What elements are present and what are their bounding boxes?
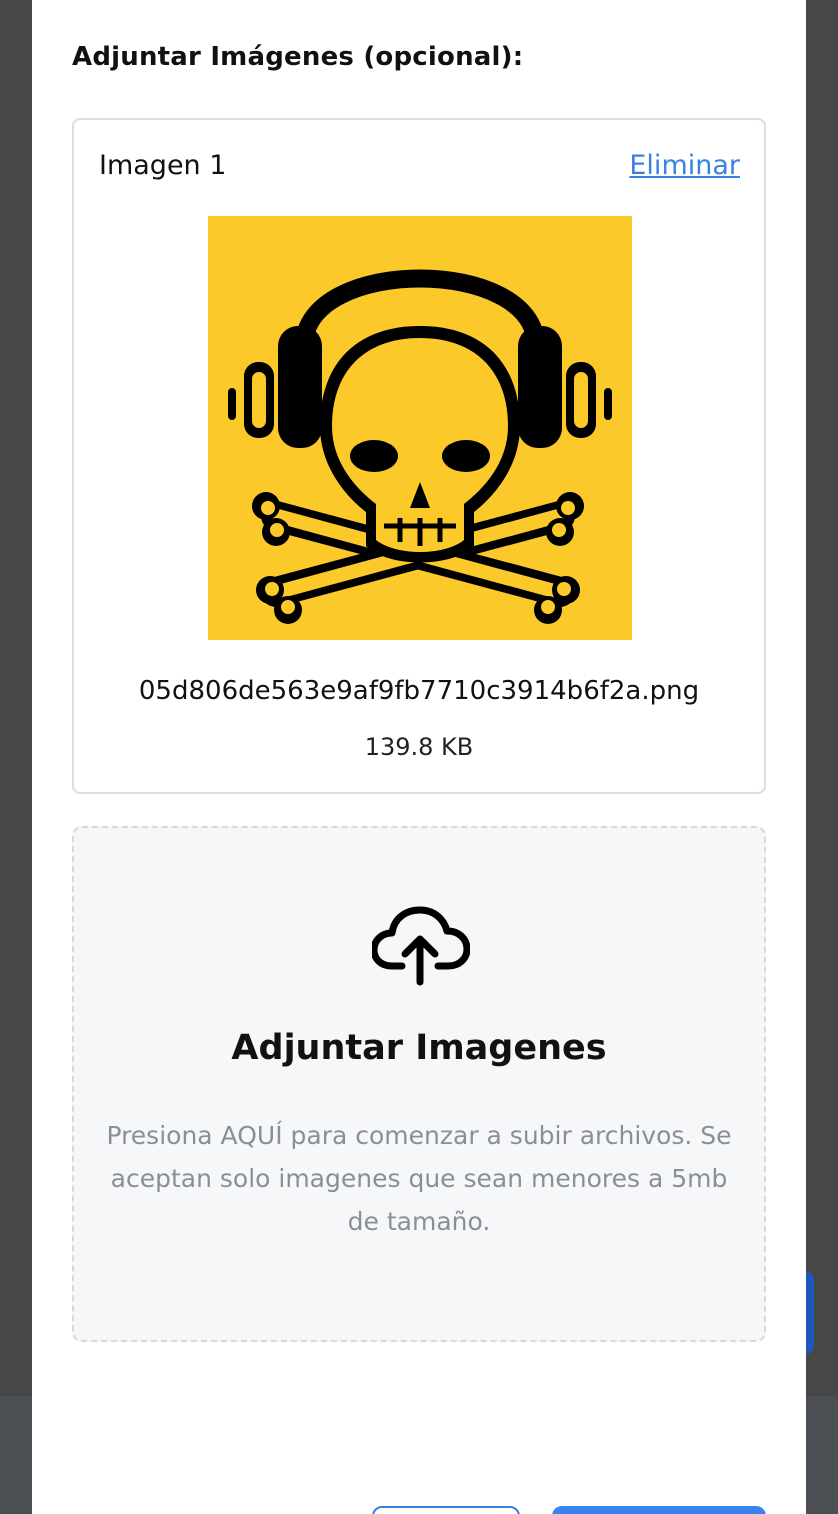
image-thumbnail [208, 216, 632, 640]
cancel-button[interactable] [372, 1506, 520, 1514]
submit-button[interactable] [552, 1506, 766, 1514]
upload-dropzone[interactable]: Adjuntar Imagenes Presiona AQUÍ para com… [72, 826, 766, 1342]
skull-headphones-image [208, 216, 632, 640]
image-filesize: 139.8 KB [364, 733, 474, 761]
remove-image-link[interactable]: Eliminar [629, 150, 740, 181]
attach-images-modal: Adjuntar Imágenes (opcional): Imagen 1 E… [32, 0, 806, 1514]
cloud-upload-icon [372, 906, 470, 986]
section-title: Adjuntar Imágenes (opcional): [72, 42, 524, 72]
dropzone-description: Presiona AQUÍ para comenzar a subir arch… [106, 1121, 732, 1236]
image-filename: 05d806de563e9af9fb7710c3914b6f2a.png [138, 676, 700, 706]
image-label: Imagen 1 [99, 150, 227, 181]
dropzone-title: Adjuntar Imagenes [231, 1028, 607, 1068]
image-card: Imagen 1 Eliminar 05d806de563e9af9fb7710… [72, 118, 766, 794]
